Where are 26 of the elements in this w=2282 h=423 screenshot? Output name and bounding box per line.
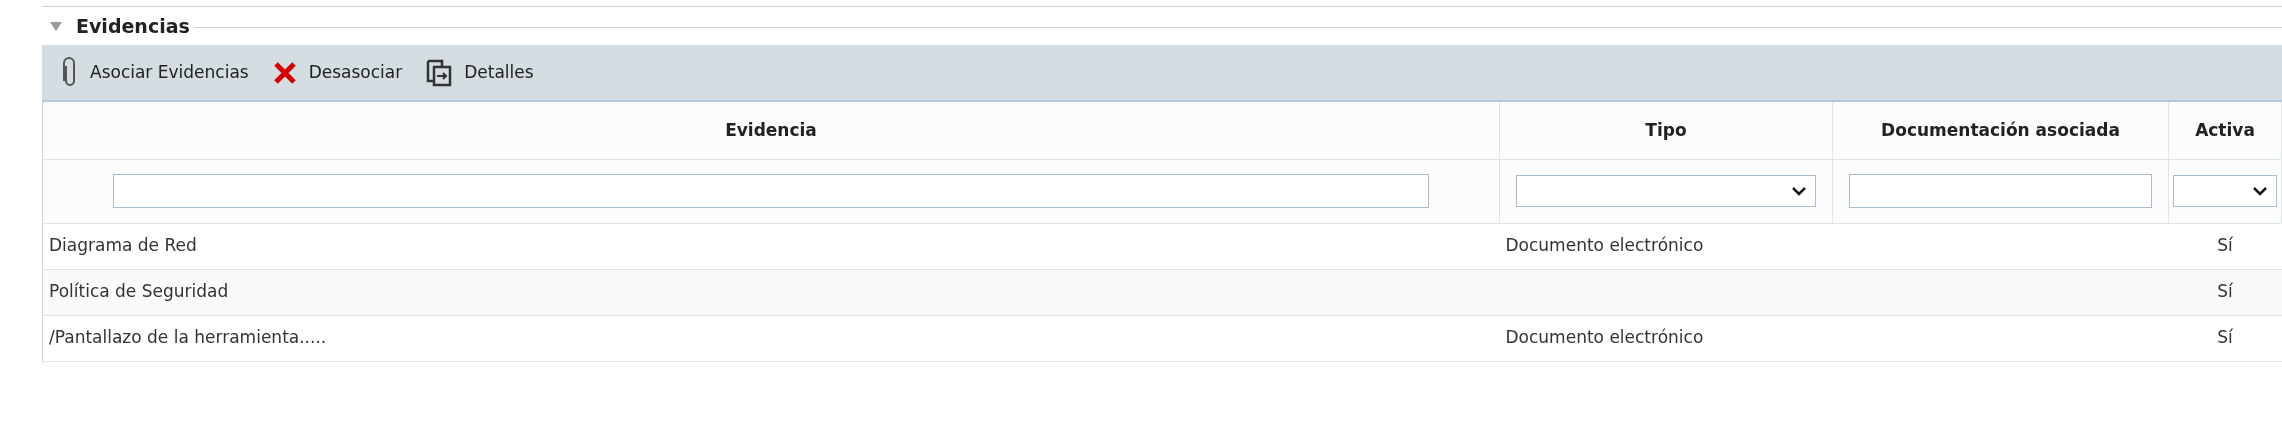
- section-title: Evidencias: [75, 13, 191, 39]
- chevron-down-icon: [1791, 186, 1807, 196]
- column-header: Tipo: [1499, 102, 1833, 159]
- filter-dropdown[interactable]: [2173, 175, 2277, 207]
- toolbar-button[interactable]: Detalles: [426, 58, 544, 87]
- table-cell: Diagrama de Red: [42, 223, 1500, 269]
- column-header: Documentación asociada: [1832, 102, 2169, 159]
- close-icon: [272, 60, 297, 85]
- column-header: Activa: [2168, 102, 2282, 159]
- collapse-triangle-icon[interactable]: [50, 21, 62, 31]
- table-cell: Sí: [2168, 269, 2282, 315]
- table-cell: Sí: [2168, 315, 2282, 361]
- toolbar-button[interactable]: Desasociar: [272, 59, 413, 86]
- copy-arrow-icon: [426, 58, 453, 87]
- filter-field[interactable]: [113, 174, 1429, 208]
- toolbar-button[interactable]: Asociar Evidencias: [62, 56, 259, 89]
- filter-dropdown[interactable]: [1516, 175, 1816, 207]
- column-header: Evidencia: [42, 102, 1500, 159]
- table-cell: /Pantallazo de la herramienta.....: [42, 315, 1500, 361]
- chevron-down-icon: [2252, 186, 2268, 196]
- paperclip-icon: [62, 56, 78, 89]
- table-cell: Documento electrónico: [1499, 223, 1833, 269]
- table-cell: Política de Seguridad: [42, 269, 1500, 315]
- table-cell: Documento electrónico: [1499, 315, 1833, 361]
- filter-field[interactable]: [1849, 174, 2152, 208]
- table-cell: Sí: [2168, 223, 2282, 269]
